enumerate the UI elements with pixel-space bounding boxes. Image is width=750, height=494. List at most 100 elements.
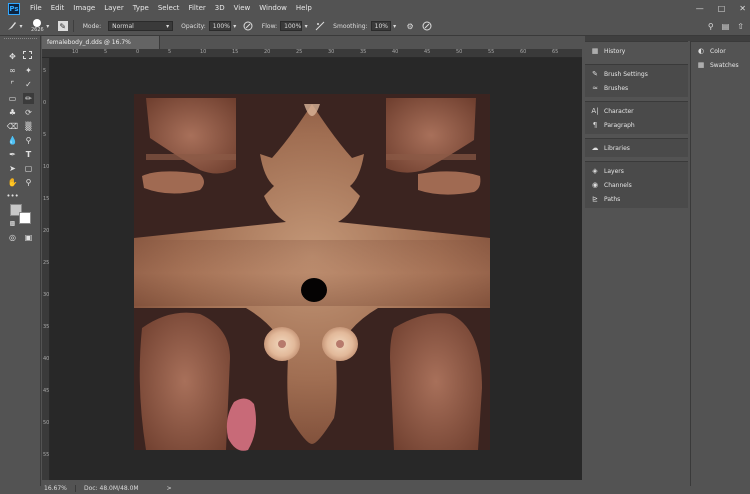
screen-mode-icon[interactable]: ▣ [23,232,34,243]
panel-swatches[interactable]: ▦ Swatches [691,58,750,72]
ruler-vertical[interactable]: 5 0 5 10 15 20 25 30 35 40 45 50 55 [42,58,50,480]
menu-edit[interactable]: Edit [47,0,70,17]
ruler-tick-label: 50 [456,49,463,55]
swatches-icon: ▦ [697,61,705,69]
panel-character[interactable]: A| Character [585,104,688,118]
magic-wand-tool-icon[interactable]: ✦ [23,65,34,76]
menu-filter[interactable]: Filter [184,0,210,17]
chevron-down-icon[interactable]: ▾ [231,21,239,32]
menu-file[interactable]: File [26,0,47,17]
chevron-down-icon[interactable]: ▾ [44,21,52,32]
eyedropper-tool-icon[interactable]: ✓ [23,79,34,90]
panel-label: Layers [604,167,624,175]
ruler-tick-label: 40 [392,49,399,55]
pen-tool-icon[interactable]: ✒ [7,149,18,160]
airbrush-icon[interactable] [314,21,325,32]
healing-brush-tool-icon[interactable]: ▭ [7,93,18,104]
texture-piece [386,154,476,160]
type-tool-icon[interactable]: T [23,149,34,160]
brush-tool-preset-icon[interactable] [6,21,17,32]
panel-libraries[interactable]: ☁ Libraries [585,141,688,155]
zoom-level[interactable]: 16.67% [42,484,76,492]
dodge-tool-icon[interactable]: ⚲ [23,135,34,146]
brush-size-picker[interactable]: 2626 [31,19,44,33]
menu-select[interactable]: Select [154,0,185,17]
smoothing-input[interactable]: 10% [370,21,391,31]
pressure-size-icon[interactable] [422,21,433,32]
path-selection-tool-icon[interactable]: ➤ [7,163,18,174]
ruler-tick-label: 15 [43,196,50,202]
ruler-tick-label: 5 [43,132,47,138]
panel-group-color: ◐ Color ▦ Swatches [691,41,750,74]
maximize-icon[interactable]: □ [718,4,726,13]
more-tools-icon[interactable]: ••• [6,190,18,201]
rectangle-tool-icon[interactable]: ▢ [23,163,34,174]
clone-stamp-tool-icon[interactable]: ♣ [7,107,18,118]
blur-tool-icon[interactable]: 💧 [7,135,18,146]
paragraph-icon: ¶ [592,121,598,129]
gradient-tool-icon[interactable]: ▒ [23,121,34,132]
ruler-tick-label: 35 [43,324,50,330]
menu-help[interactable]: Help [292,0,317,17]
panel-brushes[interactable]: ≈ Brushes [585,81,688,95]
menu-window[interactable]: Window [255,0,292,17]
chevron-down-icon[interactable]: ▾ [17,21,25,32]
libraries-icon: ☁ [591,144,599,152]
panel-channels[interactable]: ◉ Channels [585,178,688,192]
status-menu-arrow[interactable]: > [167,485,172,492]
chevron-down-icon: ▾ [166,23,170,30]
panel-layers[interactable]: ◈ Layers [585,164,688,178]
toolbar-grip[interactable] [4,38,37,41]
chevron-down-icon[interactable]: ▾ [391,21,399,32]
panel-paths[interactable]: ⊵ Paths [585,192,688,206]
chevron-down-icon[interactable]: ▾ [302,21,310,32]
share-icon[interactable]: ⇧ [737,22,744,31]
menu-bar: Ps File Edit Image Layer Type Select Fil… [0,0,750,17]
opacity-input[interactable]: 100% [208,21,231,31]
flow-input[interactable]: 100% [280,21,303,31]
default-colors-icon[interactable]: ▩ [7,218,18,229]
brush-tool-icon[interactable]: ✏ [23,93,34,104]
history-brush-tool-icon[interactable]: ⟳ [23,107,34,118]
crop-tool-icon[interactable]: ⌜ [7,79,18,90]
canvas-area[interactable] [50,58,582,480]
close-icon[interactable]: ✕ [739,4,746,13]
ruler-horizontal[interactable]: 10 5 0 5 10 15 20 25 30 35 40 45 50 55 6… [42,49,582,58]
panel-label: Character [604,107,634,115]
panel-group-libraries: ☁ Libraries [585,138,688,157]
zoom-tool-icon[interactable]: ⚲ [23,177,34,188]
menu-layer[interactable]: Layer [100,0,129,17]
panel-group-history: ▦ History [585,41,688,60]
pressure-opacity-icon[interactable] [243,21,254,32]
menu-3d[interactable]: 3D [211,0,230,17]
panel-label: Paragraph [604,121,635,129]
mode-select[interactable]: Normal ▾ [108,21,174,31]
menu-view[interactable]: View [230,0,256,17]
menu-type[interactable]: Type [129,0,154,17]
quick-mask-icon[interactable]: ◎ [7,232,18,243]
ruler-tick-label: 25 [296,49,303,55]
search-icon[interactable]: ⚲ [708,22,714,31]
ruler-tick-label: 5 [43,68,47,74]
smoothing-label: Smoothing: [333,22,368,30]
hand-tool-icon[interactable]: ✋ [7,177,18,188]
brush-panel-toggle-icon[interactable]: ✎ [57,21,68,31]
panel-label: Paths [604,195,621,203]
background-color-swatch[interactable] [19,212,31,224]
minimize-icon[interactable]: — [696,4,704,13]
gear-icon[interactable]: ⚙ [405,21,416,32]
document-tab[interactable]: femalebody_d.dds @ 16.7% (RGB/8)× [42,36,160,59]
eraser-tool-icon[interactable]: ⌫ [7,121,18,132]
panel-color[interactable]: ◐ Color [691,44,750,58]
menu-image[interactable]: Image [69,0,100,17]
panel-history[interactable]: ▦ History [585,44,688,58]
options-bar: ▾ 2626 ▾ ✎ Mode: Normal ▾ Opacity: 100% ▾… [0,17,750,36]
panel-brush-settings[interactable]: ✎ Brush Settings [585,67,688,81]
lasso-tool-icon[interactable]: ∞ [7,65,18,76]
move-tool-icon[interactable]: ✥ [7,51,18,62]
workspace-icon[interactable]: ▤ [722,22,730,31]
panel-group-type: A| Character ¶ Paragraph [585,101,688,134]
ruler-tick-label: 35 [360,49,367,55]
panel-paragraph[interactable]: ¶ Paragraph [585,118,688,132]
marquee-tool-icon[interactable] [23,51,32,59]
